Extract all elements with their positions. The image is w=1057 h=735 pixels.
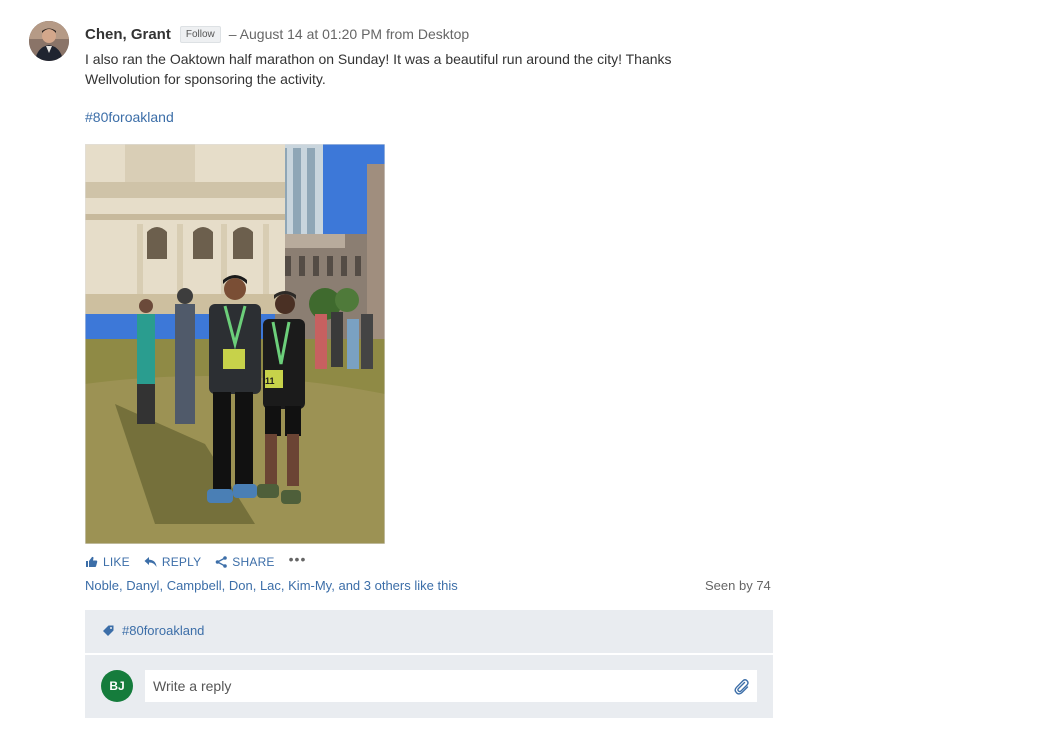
post-meta: – August 14 at 01:20 PM from Desktop <box>228 26 470 42</box>
thread-post: Chen, Grant Follow – August 14 at 01:20 … <box>0 0 1057 735</box>
liker-name[interactable]: Kim-My <box>288 578 331 593</box>
post-hashtag[interactable]: #80foroakland <box>85 109 174 125</box>
likes-summary: Noble, Danyl, Campbell, Don, Lac, Kim-My… <box>85 578 458 593</box>
liker-name[interactable]: Don <box>229 578 253 593</box>
author-name[interactable]: Chen, Grant <box>85 26 171 43</box>
tag-icon <box>103 625 114 636</box>
paperclip-icon[interactable] <box>732 677 750 695</box>
liker-name[interactable]: Lac <box>260 578 281 593</box>
reply-arrow-icon <box>144 557 157 567</box>
post-header: Chen, Grant Follow – August 14 at 01:20 … <box>85 24 469 44</box>
bib-number: 11 <box>265 376 275 386</box>
post-body-line: I also ran the Oaktown half marathon on … <box>85 51 672 67</box>
post-photo[interactable]: 11 <box>85 144 385 544</box>
share-icon <box>215 556 228 568</box>
likes-separator: , <box>252 578 260 593</box>
likes-others-link[interactable]: 3 others <box>364 578 411 593</box>
seen-count[interactable]: Seen by 74 <box>705 578 771 593</box>
like-button[interactable]: LIKE <box>85 555 130 569</box>
more-options-icon[interactable]: ••• <box>289 551 307 567</box>
reply-input[interactable] <box>145 670 757 702</box>
likes-suffix: like this <box>410 578 458 593</box>
share-label: SHARE <box>232 555 275 569</box>
reply-composer: BJ <box>85 655 773 718</box>
thumbs-up-icon <box>86 556 98 567</box>
liker-name[interactable]: Campbell <box>167 578 222 593</box>
topic-tag[interactable]: #80foroakland <box>103 623 204 638</box>
share-button[interactable]: SHARE <box>215 555 274 569</box>
liker-name[interactable]: Noble <box>85 578 119 593</box>
likes-separator: , <box>221 578 229 593</box>
follow-button[interactable]: Follow <box>179 25 221 43</box>
topics-bar: #80foroakland <box>85 610 773 653</box>
likes-separator: , <box>159 578 167 593</box>
likes-and: , and <box>331 578 364 593</box>
post-body: I also ran the Oaktown half marathon on … <box>85 49 775 89</box>
post-actions: LIKE REPLY SHARE ••• <box>85 551 306 569</box>
topic-label: #80foroakland <box>122 623 205 638</box>
current-user-avatar[interactable]: BJ <box>101 670 133 702</box>
author-avatar[interactable] <box>29 21 69 61</box>
reply-label: REPLY <box>161 555 202 569</box>
liker-name[interactable]: Danyl <box>126 578 159 593</box>
reply-button[interactable]: REPLY <box>144 555 201 569</box>
post-body-line: Wellvolution for sponsoring the activity… <box>85 71 326 87</box>
like-label: LIKE <box>103 555 130 569</box>
